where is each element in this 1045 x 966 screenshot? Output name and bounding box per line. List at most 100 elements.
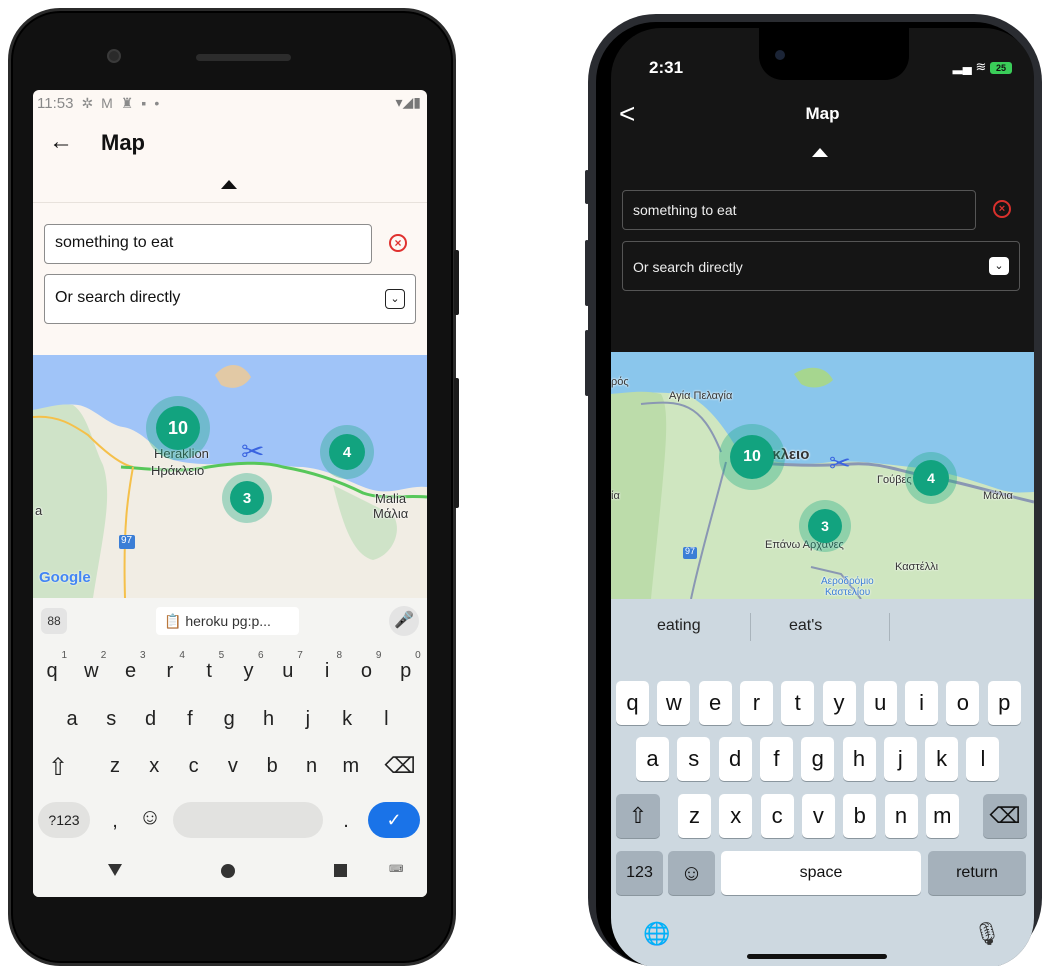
- key-u[interactable]: u7: [269, 650, 307, 683]
- key-y[interactable]: y: [822, 681, 856, 725]
- home-indicator[interactable]: [747, 954, 887, 959]
- cluster-marker[interactable]: 3: [222, 473, 272, 523]
- key-s[interactable]: s: [677, 737, 711, 781]
- key-i[interactable]: i8: [308, 650, 346, 683]
- search-input[interactable]: something to eat: [622, 190, 976, 230]
- key-w[interactable]: w2: [72, 650, 110, 683]
- key-z[interactable]: z: [96, 755, 134, 778]
- cluster-marker[interactable]: 10: [719, 424, 785, 490]
- search-input[interactable]: something to eat: [44, 224, 372, 264]
- key-a[interactable]: a: [53, 708, 91, 731]
- clear-search-icon[interactable]: ×: [993, 200, 1011, 218]
- key-r[interactable]: r: [739, 681, 773, 725]
- key-t[interactable]: t5: [190, 650, 228, 683]
- home-nav-icon[interactable]: [221, 864, 235, 878]
- map-label-edge-top: ρός: [611, 376, 629, 388]
- space-key[interactable]: space: [721, 851, 921, 895]
- key-m[interactable]: m: [332, 755, 370, 778]
- key-c[interactable]: c: [760, 794, 794, 838]
- key-n[interactable]: n: [884, 794, 918, 838]
- key-b[interactable]: b: [253, 755, 291, 778]
- backspace-icon[interactable]: ⌫: [983, 794, 1027, 838]
- key-d[interactable]: d: [132, 708, 170, 731]
- space-key[interactable]: [173, 802, 323, 838]
- shift-icon[interactable]: ⇧: [616, 794, 660, 838]
- key-j[interactable]: j: [289, 708, 327, 731]
- key-y[interactable]: y6: [230, 650, 268, 683]
- key-n[interactable]: n: [293, 755, 331, 778]
- clipboard-suggestion[interactable]: 📋 heroku pg:p...: [156, 607, 299, 635]
- search-directly-select[interactable]: Or search directly ⌄: [44, 274, 416, 324]
- enter-check-icon[interactable]: ✓: [368, 802, 420, 838]
- suggestion-2[interactable]: eat's: [789, 617, 822, 635]
- cluster-marker[interactable]: 3: [799, 500, 851, 552]
- key-x[interactable]: x: [719, 794, 753, 838]
- key-p[interactable]: p: [987, 681, 1021, 725]
- key-z[interactable]: z: [678, 794, 711, 838]
- key-c[interactable]: c: [175, 755, 213, 778]
- period-key[interactable]: .: [327, 810, 365, 833]
- search-directly-select[interactable]: Or search directly ⌄: [622, 241, 1020, 291]
- symbols-key[interactable]: ?123: [38, 802, 90, 838]
- back-nav-icon[interactable]: [108, 864, 122, 876]
- key-v[interactable]: v: [214, 755, 252, 778]
- cluster-marker[interactable]: 4: [320, 425, 374, 479]
- restaurant-marker-icon[interactable]: ✂: [241, 435, 264, 468]
- cluster-marker[interactable]: 10: [146, 396, 210, 460]
- suggestion-1[interactable]: eating: [657, 617, 701, 635]
- key-p[interactable]: p0: [387, 650, 425, 683]
- key-t[interactable]: t: [781, 681, 815, 725]
- key-o[interactable]: o9: [347, 650, 385, 683]
- key-k[interactable]: k: [328, 708, 366, 731]
- comma-key[interactable]: ,: [96, 810, 134, 833]
- map-view[interactable]: 97 a Heraklion Ηράκλειο Malia Μάλια ✂ 10…: [33, 355, 427, 598]
- apps-grid-icon[interactable]: 88: [41, 608, 67, 634]
- caret-up-icon[interactable]: [221, 180, 237, 189]
- keyboard-switch-icon[interactable]: ⌨: [389, 864, 403, 875]
- restaurant-marker-icon[interactable]: ✂: [829, 448, 851, 479]
- key-f[interactable]: f: [759, 737, 793, 781]
- shift-icon[interactable]: ⇧: [39, 753, 77, 782]
- key-b[interactable]: b: [843, 794, 877, 838]
- key-v[interactable]: v: [801, 794, 835, 838]
- key-l[interactable]: l: [966, 737, 1000, 781]
- numbers-key[interactable]: 123: [616, 851, 663, 895]
- key-l[interactable]: l: [367, 708, 405, 731]
- cluster-marker[interactable]: 4: [905, 452, 957, 504]
- key-g[interactable]: g: [210, 708, 248, 731]
- mic-icon[interactable]: 🎙: [973, 921, 1001, 947]
- key-o[interactable]: o: [946, 681, 980, 725]
- key-w[interactable]: w: [657, 681, 691, 725]
- key-q[interactable]: q: [616, 681, 649, 725]
- return-key[interactable]: return: [928, 851, 1026, 895]
- globe-icon[interactable]: 🌐: [643, 921, 670, 947]
- emoji-icon[interactable]: ☺: [131, 804, 169, 830]
- key-j[interactable]: j: [883, 737, 917, 781]
- key-e[interactable]: e3: [112, 650, 150, 683]
- key-q[interactable]: q1: [33, 650, 71, 683]
- key-e[interactable]: e: [698, 681, 732, 725]
- sim-icon: ▪: [141, 95, 147, 111]
- key-s[interactable]: s: [92, 708, 130, 731]
- key-a[interactable]: a: [636, 737, 669, 781]
- key-h[interactable]: h: [842, 737, 876, 781]
- key-u[interactable]: u: [863, 681, 897, 725]
- key-g[interactable]: g: [801, 737, 835, 781]
- backspace-icon[interactable]: ⌫: [381, 753, 419, 779]
- map-view[interactable]: 97 ρός ία Αγία Πελαγία άκλειο Γούβες Μάλ…: [611, 352, 1034, 599]
- key-x[interactable]: x: [135, 755, 173, 778]
- key-k[interactable]: k: [925, 737, 959, 781]
- map-label-kastelli: Καστέλλι: [895, 561, 939, 573]
- key-h[interactable]: h: [250, 708, 288, 731]
- caret-up-icon[interactable]: [812, 148, 828, 157]
- key-r[interactable]: r4: [151, 650, 189, 683]
- mic-icon[interactable]: 🎤: [389, 606, 419, 636]
- back-arrow-icon[interactable]: ←: [49, 128, 73, 156]
- key-d[interactable]: d: [718, 737, 752, 781]
- key-m[interactable]: m: [925, 794, 959, 838]
- key-i[interactable]: i: [905, 681, 939, 725]
- recents-nav-icon[interactable]: [334, 864, 347, 877]
- emoji-icon[interactable]: ☺: [668, 851, 715, 895]
- key-f[interactable]: f: [171, 708, 209, 731]
- clear-search-icon[interactable]: ×: [389, 234, 407, 252]
